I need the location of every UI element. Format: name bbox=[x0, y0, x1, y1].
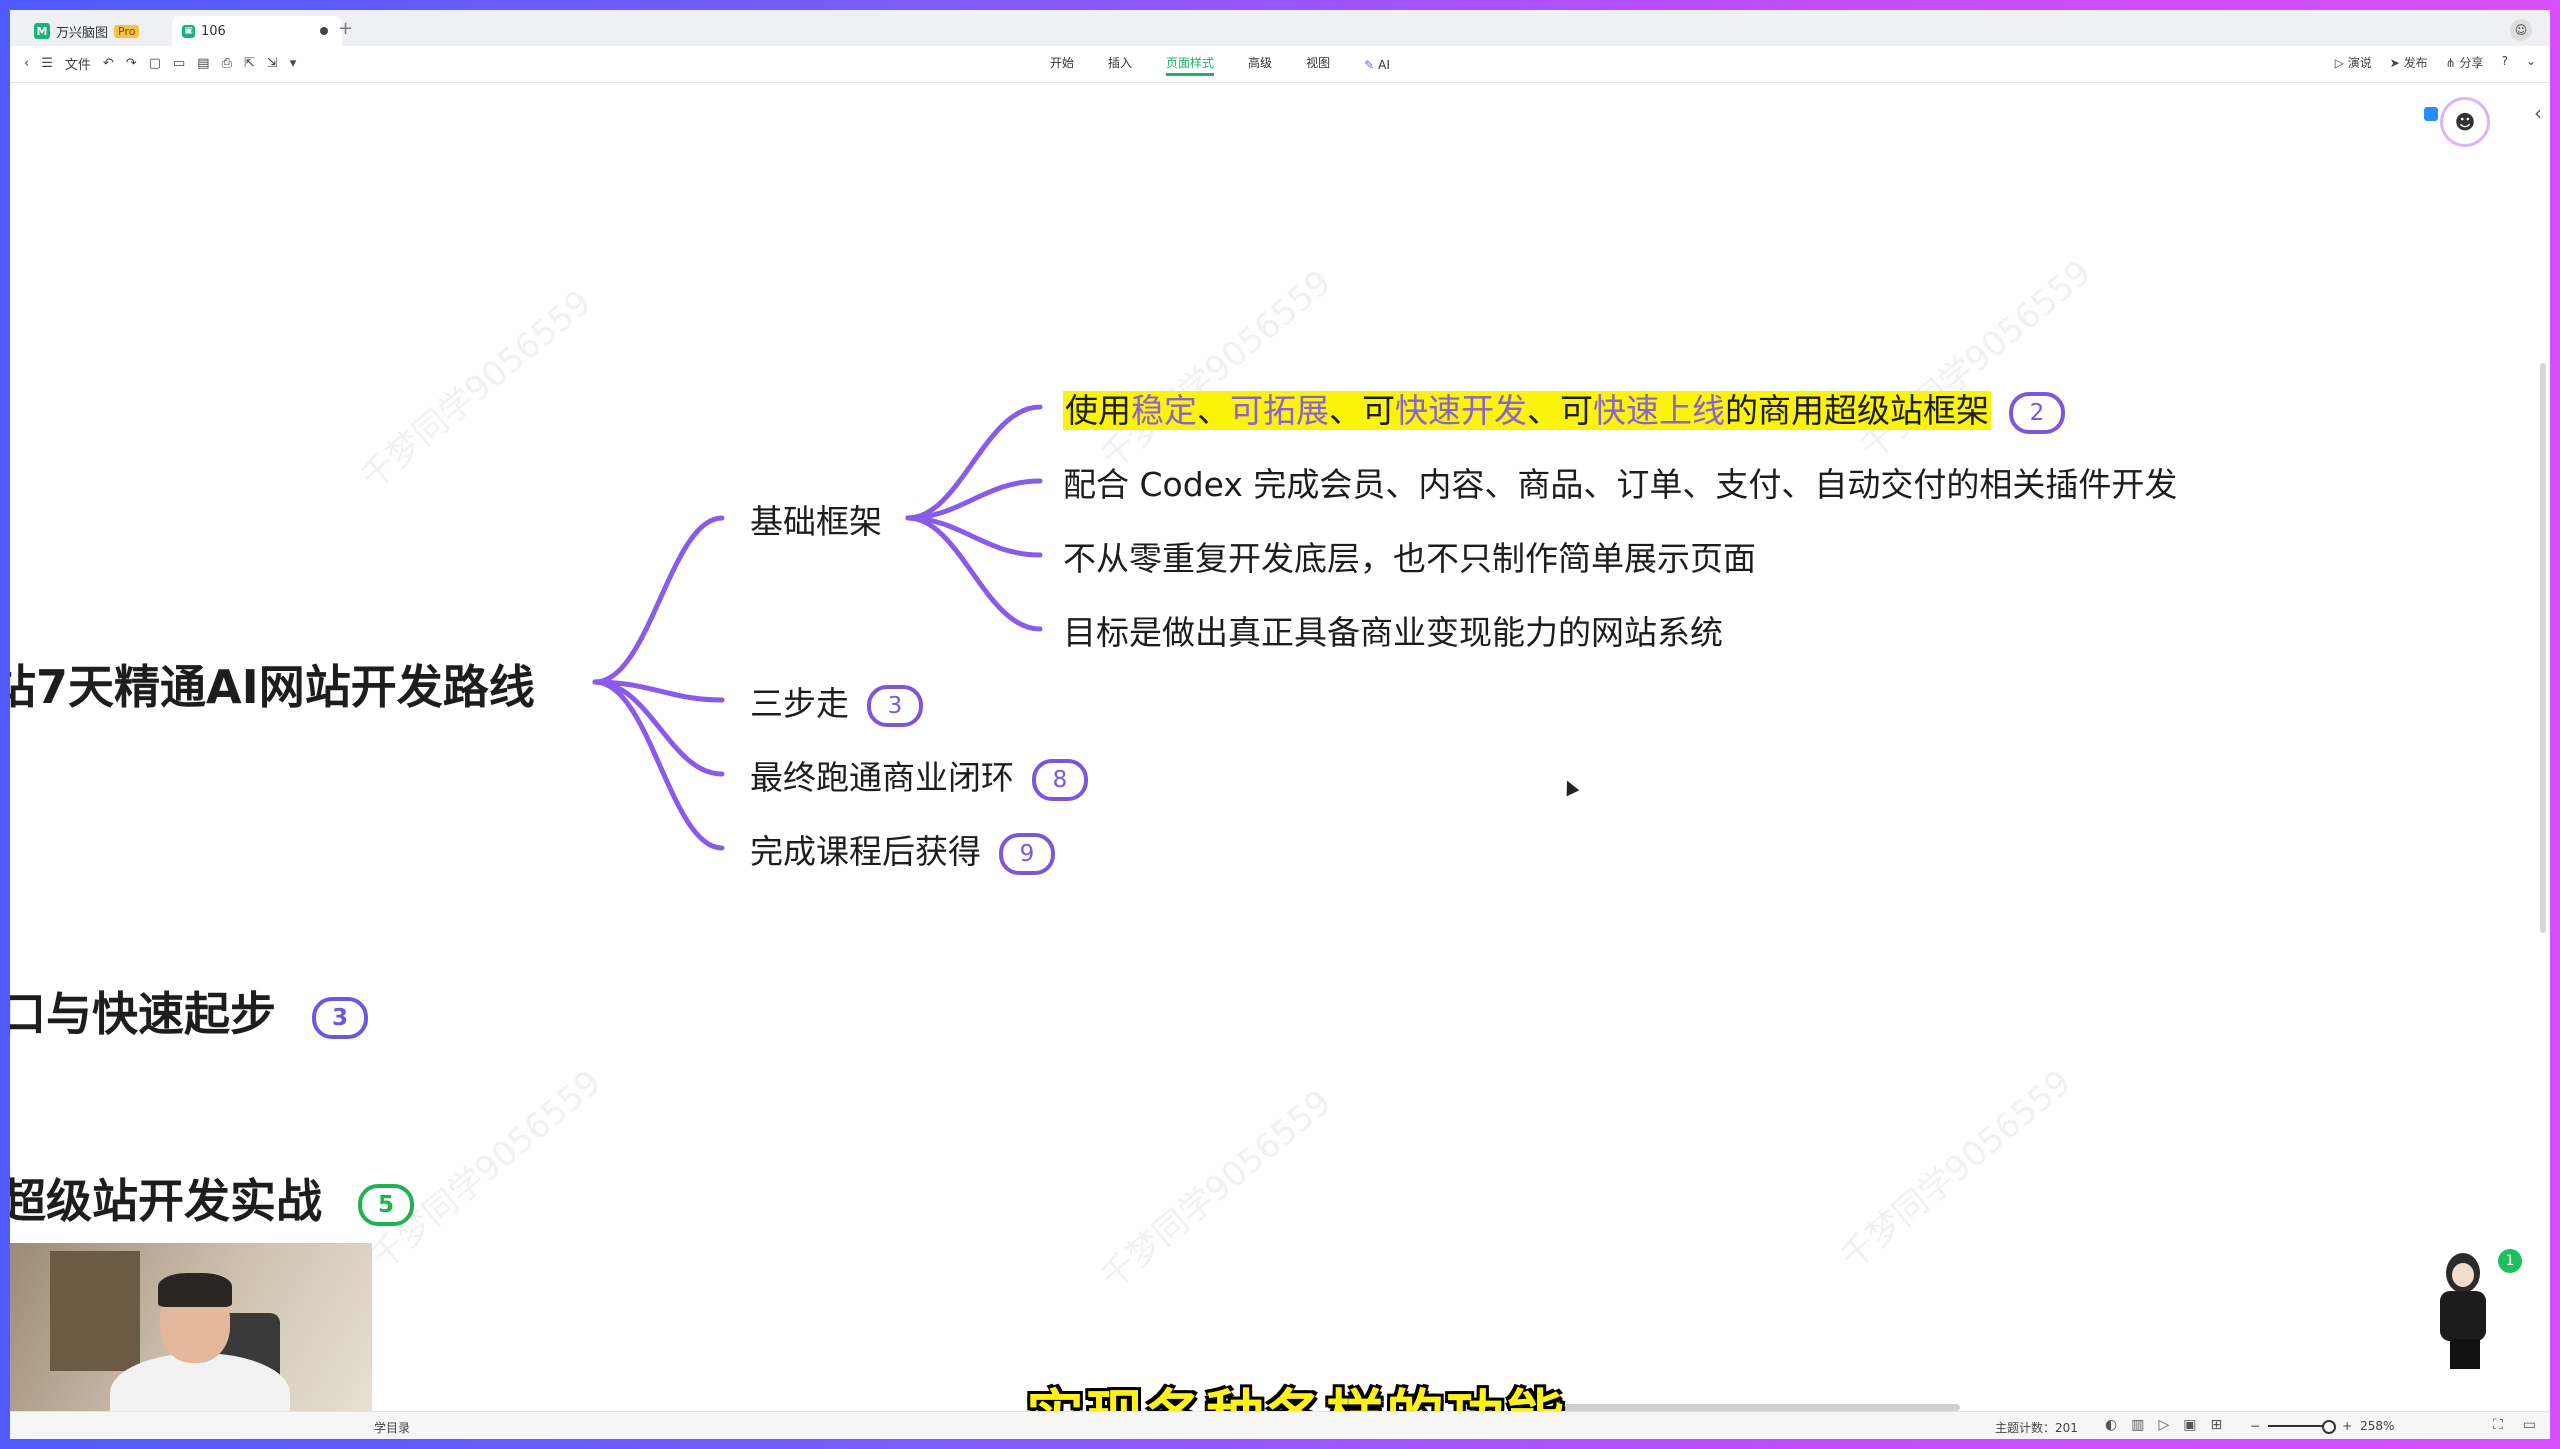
branch-three-steps[interactable]: 三步走 3 bbox=[750, 677, 923, 727]
webcam-overlay bbox=[10, 1243, 372, 1411]
panel-toggle-icon[interactable]: ▭ bbox=[2523, 1417, 2536, 1433]
menu-ai-label: AI bbox=[1378, 58, 1390, 72]
layout-icon[interactable]: ▣ bbox=[2183, 1417, 2196, 1433]
root-topic-3-count-badge[interactable]: 5 bbox=[358, 1183, 414, 1226]
fullscreen-icon[interactable]: ⛶ bbox=[2493, 1417, 2503, 1433]
leaf-framework-count-badge[interactable]: 2 bbox=[2009, 391, 2065, 434]
new-icon[interactable]: ▢ bbox=[149, 56, 161, 71]
menu-ai[interactable]: ✎ AI bbox=[1364, 54, 1390, 76]
vertical-scrollbar[interactable] bbox=[2540, 363, 2546, 933]
present-button[interactable]: ▷ 演说 bbox=[2335, 54, 2372, 71]
checkbox-icon[interactable] bbox=[2424, 107, 2438, 121]
open-folder-icon[interactable]: ▭ bbox=[173, 56, 185, 71]
collapse-panel-icon[interactable]: ‹ bbox=[2534, 101, 2542, 125]
root-topic-1[interactable]: 站7天精通AI网站开发路线 bbox=[10, 651, 535, 717]
outline-view-icon[interactable]: ▥ bbox=[2131, 1417, 2144, 1433]
zoom-control: − + 258% bbox=[2250, 1419, 2394, 1434]
root-topic-3[interactable]: 超级站开发实战 5 bbox=[10, 1165, 414, 1231]
course-gains-count-badge[interactable]: 9 bbox=[999, 832, 1055, 875]
three-steps-count-badge[interactable]: 3 bbox=[867, 684, 923, 727]
zoom-level[interactable]: 258% bbox=[2360, 1419, 2394, 1433]
menu-page-style[interactable]: 页面样式 bbox=[1166, 54, 1215, 76]
slideshow-icon[interactable]: ▷ bbox=[2158, 1417, 2169, 1433]
send-icon: ➤ bbox=[2389, 56, 2404, 70]
publish-button[interactable]: ➤ 发布 bbox=[2390, 54, 2428, 71]
menu-view[interactable]: 视图 bbox=[1306, 54, 1330, 76]
quick-actions: ‹ ☰ 文件 ↶ ↷ ▢ ▭ ▤ ⎙ ⇱ ⇲ ▾ bbox=[24, 54, 296, 73]
chevron-down-icon[interactable]: ⌄ bbox=[2526, 54, 2536, 71]
menu-start[interactable]: 开始 bbox=[1050, 54, 1074, 76]
branch-course-gains[interactable]: 完成课程后获得 9 bbox=[750, 825, 1055, 875]
play-icon: ▷ bbox=[2334, 56, 2348, 70]
main-menu: 开始 插入 页面样式 高级 视图 ✎ AI bbox=[1050, 54, 1390, 76]
theme-icon[interactable]: ◐ bbox=[2105, 1417, 2117, 1433]
redo-icon[interactable]: ↷ bbox=[126, 56, 137, 71]
tab-strip: M 万兴脑图 Pro ▣ 106 + ☺ bbox=[10, 10, 2550, 46]
status-right: ⛶ ▭ bbox=[2493, 1417, 2536, 1433]
tab-home[interactable]: M 万兴脑图 Pro bbox=[24, 16, 174, 46]
root-topic-2-label: 口与快速起步 bbox=[10, 987, 276, 1041]
app-logo-icon: M bbox=[34, 23, 50, 39]
share-button[interactable]: ⋔ 分享 bbox=[2446, 54, 2484, 71]
share-icon: ⋔ bbox=[2445, 56, 2460, 70]
line-root-to-gain bbox=[592, 679, 725, 851]
root-topic-2-count-badge[interactable]: 3 bbox=[312, 996, 368, 1039]
tab-document[interactable]: ▣ 106 bbox=[172, 16, 342, 46]
file-menu[interactable]: 文件 bbox=[65, 54, 91, 73]
root-topic-3-label: 超级站开发实战 bbox=[10, 1174, 322, 1228]
menu-advanced[interactable]: 高级 bbox=[1248, 54, 1272, 76]
branch-business-loop[interactable]: 最终跑通商业闭环 8 bbox=[750, 751, 1088, 801]
leaf-framework-feature[interactable]: 使用稳定、可拓展、可快速开发、可快速上线的商用超级站框架 2 bbox=[1063, 384, 2065, 434]
leaf-goal[interactable]: 目标是做出真正具备商业变现能力的网站系统 bbox=[1063, 606, 1723, 654]
topic-count: 主题计数：201 bbox=[1995, 1421, 2078, 1435]
document-icon: ▣ bbox=[182, 24, 195, 38]
export-icon[interactable]: ⇱ bbox=[244, 56, 255, 71]
more-icon[interactable]: ▾ bbox=[290, 56, 297, 71]
outline-label[interactable]: 学目录 bbox=[374, 1419, 410, 1436]
horizontal-scrollbar[interactable] bbox=[1550, 1404, 1960, 1411]
branch-course-gains-label: 完成课程后获得 bbox=[750, 832, 981, 871]
notification-badge[interactable]: 1 bbox=[2498, 1249, 2522, 1273]
pro-badge: Pro bbox=[114, 24, 140, 38]
zoom-out-icon[interactable]: − bbox=[2250, 1419, 2260, 1433]
root-topic-2[interactable]: 口与快速起步 3 bbox=[10, 978, 368, 1044]
status-bar: 学目录 主题计数：201 ◐ ▥ ▷ ▣ ⊞ − + 258% ⛶ ▭ bbox=[10, 1411, 2550, 1439]
unsaved-dot-icon[interactable] bbox=[320, 27, 328, 35]
highlighted-text: 使用稳定、可拓展、可快速开发、可快速上线的商用超级站框架 bbox=[1063, 391, 1991, 430]
ai-icon: ✎ bbox=[1364, 58, 1375, 72]
toolbar-right: ▷ 演说 ➤ 发布 ⋔ 分享 ? ⌄ bbox=[2335, 54, 2536, 71]
business-loop-count-badge[interactable]: 8 bbox=[1032, 758, 1088, 801]
fit-icon[interactable]: ⊞ bbox=[2210, 1417, 2222, 1433]
save-icon[interactable]: ▤ bbox=[197, 56, 209, 71]
line-root-to-base bbox=[592, 515, 725, 685]
tab-document-label: 106 bbox=[201, 23, 226, 39]
view-icons: ◐ ▥ ▷ ▣ ⊞ bbox=[2105, 1417, 2222, 1433]
mindmap-canvas[interactable]: 千梦同学9056559 千梦同学9056559 千梦同学9056559 千梦同学… bbox=[10, 83, 2550, 1411]
print-icon[interactable]: ⎙ bbox=[222, 56, 232, 71]
menu-insert[interactable]: 插入 bbox=[1108, 54, 1132, 76]
app-window: M 万兴脑图 Pro ▣ 106 + ☺ ‹ ☰ 文件 ↶ ↷ ▢ ▭ ▤ ⎙ … bbox=[10, 10, 2550, 1439]
undo-icon[interactable]: ↶ bbox=[103, 56, 114, 71]
branch-three-steps-label: 三步走 bbox=[750, 684, 849, 723]
zoom-in-icon[interactable]: + bbox=[2342, 1419, 2352, 1433]
toolbar: ‹ ☰ 文件 ↶ ↷ ▢ ▭ ▤ ⎙ ⇱ ⇲ ▾ 开始 插入 页面样式 高级 视… bbox=[10, 46, 2550, 83]
zoom-slider[interactable] bbox=[2268, 1420, 2337, 1434]
leaf-no-rebuild[interactable]: 不从零重复开发底层，也不只制作简单展示页面 bbox=[1063, 532, 1756, 580]
share-file-icon[interactable]: ⇲ bbox=[267, 56, 278, 71]
assistant-avatar-icon[interactable]: ☻ bbox=[2440, 97, 2490, 147]
tab-home-label: 万兴脑图 bbox=[56, 25, 109, 41]
user-avatar-icon[interactable]: ☺ bbox=[2510, 19, 2532, 41]
back-icon[interactable]: ‹ bbox=[24, 56, 29, 71]
mascot-character-icon[interactable] bbox=[2428, 1253, 2498, 1369]
menu-icon[interactable]: ☰ bbox=[41, 56, 53, 71]
branch-base-framework[interactable]: 基础框架 bbox=[750, 495, 882, 543]
branch-business-loop-label: 最终跑通商业闭环 bbox=[750, 758, 1014, 797]
help-icon[interactable]: ? bbox=[2502, 54, 2508, 71]
leaf-codex-plugins[interactable]: 配合 Codex 完成会员、内容、商品、订单、支付、自动交付的相关插件开发 bbox=[1063, 458, 2177, 506]
new-tab-icon[interactable]: + bbox=[338, 18, 353, 39]
